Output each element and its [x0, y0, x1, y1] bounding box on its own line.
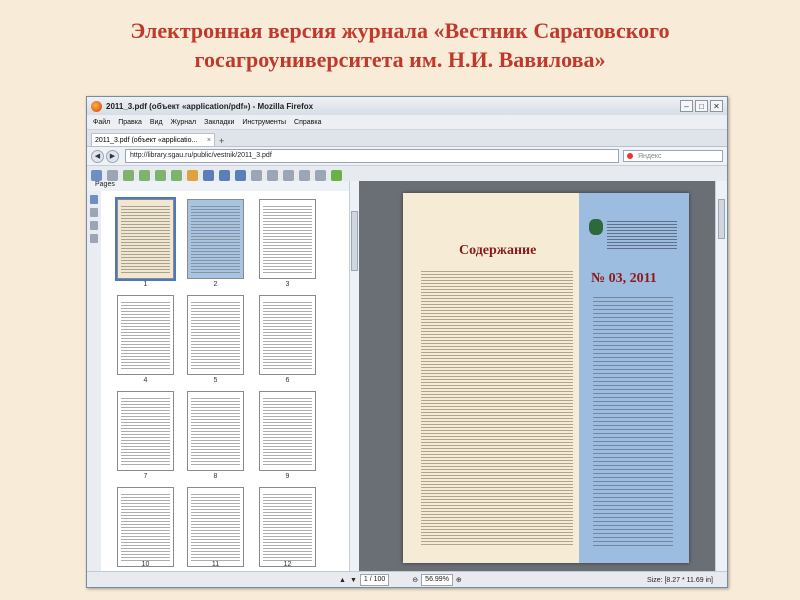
firefox-icon — [91, 100, 102, 112]
thumbnail-label: 1 — [143, 281, 148, 288]
thumbnail-page[interactable] — [117, 391, 174, 471]
fit-width-icon[interactable] — [267, 169, 278, 181]
next-page-icon[interactable] — [155, 169, 166, 181]
new-tab-button[interactable]: + — [219, 136, 224, 146]
thumbnail-label: 12 — [283, 561, 292, 568]
thumbnail-page[interactable] — [187, 391, 244, 471]
print-icon[interactable] — [107, 169, 118, 181]
thumbnail-label: 5 — [213, 377, 218, 384]
slide-title-line-2: госагроуниверситета им. Н.И. Вавилова» — [194, 47, 606, 72]
tab-pdf[interactable]: 2011_3.pdf (объект «applicatio... × — [91, 133, 215, 146]
thumbnail-page[interactable] — [115, 197, 176, 281]
prev-page-icon[interactable] — [139, 169, 150, 181]
thumbnail-page[interactable] — [187, 295, 244, 375]
pages-panel-header: Pages — [87, 181, 357, 191]
zoom-out-status-icon[interactable]: ⊖ — [412, 576, 418, 584]
menu-file[interactable]: Файл — [93, 119, 110, 126]
info-icon[interactable] — [331, 169, 342, 181]
university-emblem-icon — [589, 219, 603, 235]
pages-label: Pages — [95, 181, 115, 188]
menu-history[interactable]: Журнал — [171, 119, 197, 126]
menu-help[interactable]: Справка — [294, 119, 321, 126]
zoom-level[interactable]: 56.99% — [421, 574, 453, 586]
thumbnail-label: 3 — [285, 281, 290, 288]
menu-bookmarks[interactable]: Закладки — [204, 119, 234, 126]
side-panel-strip — [87, 191, 102, 571]
page-up-icon[interactable]: ▲ — [339, 577, 346, 584]
thumbnail-label: 10 — [141, 561, 150, 568]
back-button[interactable]: ◀ — [91, 149, 104, 163]
page-header-text — [607, 221, 677, 251]
search-field[interactable]: Яндекс — [623, 150, 723, 162]
thumbnail-page[interactable] — [259, 391, 316, 471]
thumbnail-page[interactable] — [117, 487, 174, 567]
zoom-in-icon[interactable] — [219, 169, 230, 181]
last-page-icon[interactable] — [171, 169, 182, 181]
thumbnail-list: 1 2 3 4 5 6 7 8 9 10 11 12 — [101, 191, 349, 571]
page-down-icon[interactable]: ▼ — [350, 577, 357, 584]
menu-edit[interactable]: Правка — [118, 119, 142, 126]
zoom-out-icon[interactable] — [235, 169, 246, 181]
save-icon[interactable] — [91, 169, 102, 181]
forward-button[interactable]: ▶ — [106, 149, 119, 163]
tab-bar: 2011_3.pdf (объект «applicatio... × + — [87, 130, 727, 147]
editorial-board-text — [593, 297, 673, 547]
menu-tools[interactable]: Инструменты — [242, 119, 286, 126]
thumbnail-page[interactable] — [259, 199, 316, 279]
fit-page-icon[interactable] — [283, 169, 294, 181]
viewer-scroll-thumb[interactable] — [718, 199, 725, 239]
status-bar: ▲ ▼ 1 / 100 ⊖ 56.99% ⊕ Size: [8.27 * 11.… — [87, 571, 727, 587]
document-viewer: Содержание № 03, 2011 — [359, 181, 715, 571]
zoom-in-status-icon[interactable]: ⊕ — [456, 576, 462, 584]
thumbnail-label: 9 — [285, 473, 290, 480]
navigation-bar: ◀ ▶ http://library.sgau.ru/public/vestni… — [87, 147, 727, 166]
close-tab-icon[interactable]: × — [207, 137, 211, 144]
page-indicator[interactable]: 1 / 100 — [359, 574, 390, 586]
bookmarks-panel-icon[interactable] — [90, 208, 98, 217]
thumbnail-page[interactable] — [259, 295, 316, 375]
thumbnail-label: 2 — [213, 281, 218, 288]
pdf-page: Содержание № 03, 2011 — [403, 193, 689, 563]
rotate-icon[interactable] — [251, 169, 262, 181]
thumbnail-label: 7 — [143, 473, 148, 480]
thumbnail-label: 6 — [285, 377, 290, 384]
maximize-button[interactable]: □ — [695, 100, 708, 112]
viewer-scrollbar[interactable] — [715, 181, 727, 571]
slide-title: Электронная версия журнала «Вестник Сара… — [0, 16, 800, 74]
minimize-button[interactable]: – — [680, 100, 693, 112]
pages-panel-icon[interactable] — [90, 195, 98, 204]
tab-label: 2011_3.pdf (объект «applicatio... — [95, 136, 198, 144]
first-page-icon[interactable] — [123, 169, 134, 181]
menu-view[interactable]: Вид — [150, 119, 163, 126]
comments-panel-icon[interactable] — [90, 234, 98, 243]
browser-window: 2011_3.pdf (объект «application/pdf») - … — [86, 96, 728, 588]
page-contents-title: Содержание — [459, 243, 537, 258]
slide-title-line-1: Электронная версия журнала «Вестник Сара… — [130, 18, 670, 43]
close-window-button[interactable]: ✕ — [710, 100, 723, 112]
thumbnail-label: 4 — [143, 377, 148, 384]
url-field[interactable]: http://library.sgau.ru/public/vestnik/20… — [125, 149, 619, 163]
thumbnail-page[interactable] — [187, 487, 244, 567]
window-titlebar: 2011_3.pdf (объект «application/pdf») - … — [87, 97, 727, 115]
thumbnail-label: 11 — [211, 561, 220, 568]
window-title: 2011_3.pdf (объект «application/pdf») - … — [106, 101, 314, 111]
page-size: Size: [8.27 * 11.69 in] — [646, 576, 713, 584]
hand-tool-icon[interactable] — [187, 169, 198, 181]
thumbnail-page[interactable] — [187, 199, 244, 279]
page-contents-text — [421, 271, 573, 547]
select-tool-icon[interactable] — [203, 169, 214, 181]
bookmark-icon[interactable] — [315, 169, 326, 181]
thumbnail-page[interactable] — [259, 487, 316, 567]
menu-bar: Файл Правка Вид Журнал Закладки Инструме… — [87, 115, 727, 130]
thumbnail-label: 8 — [213, 473, 218, 480]
thumbnail-page[interactable] — [117, 295, 174, 375]
issue-number: № 03, 2011 — [591, 271, 657, 286]
thumbnail-scroll-thumb[interactable] — [351, 211, 358, 271]
search-doc-icon[interactable] — [299, 169, 310, 181]
attachments-panel-icon[interactable] — [90, 221, 98, 230]
